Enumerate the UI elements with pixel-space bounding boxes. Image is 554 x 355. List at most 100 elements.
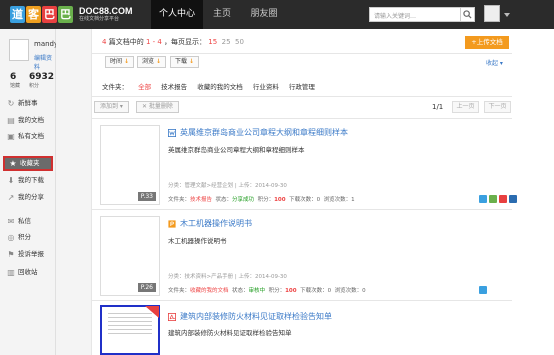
sidebar-item-label: 我的分享 [18,193,44,201]
doc-description: 木工机器操作说明书 [168,237,227,245]
folder-option[interactable]: 行业资料 [253,83,279,91]
status-badge: 审核中 [248,288,266,294]
stat-value: 6932 [29,72,55,82]
brand-name: DOC88.COM [79,5,133,16]
share-icon[interactable] [489,195,497,203]
sidebar-item-trash[interactable]: ▥ 回收站 [3,265,53,280]
ppt-file-icon [168,219,176,228]
page-count: P.26 [137,283,156,292]
sort-time-button[interactable]: 时间 ↓ [105,56,134,68]
logo-char: 客 [26,5,41,23]
stat-label: 馆藏 [10,83,21,89]
status-badge: 分享成功 [232,197,255,203]
divider [92,53,512,54]
edit-icon[interactable] [479,286,487,294]
sidebar-item-label: 积分 [18,233,31,241]
sidebar-item-report[interactable]: ⚑ 投诉举报 [3,247,53,262]
add-to-button[interactable]: 添加到 ▾ [94,101,129,113]
doc-title-text: 建筑内部装修防火材料见证取样检验告知单 [180,312,332,321]
sidebar-item-messages[interactable]: ✉ 私信 [3,214,53,229]
doc-title[interactable]: 建筑内部装修防火材料见证取样检验告知单 [168,311,332,322]
folder-option[interactable]: 行政管理 [289,83,315,91]
sidebar-item-label: 新鲜事 [18,99,38,107]
folder-label: 文件夹： [102,83,128,91]
sidebar-item-label: 私信 [18,217,31,225]
nav-tab-home[interactable]: 主页 [203,0,241,29]
batch-delete-button[interactable]: ✕ 批量删除 [136,101,179,113]
nav-tab-personal-center[interactable]: 个人中心 [151,0,203,29]
meta-label: 浏览次数： [334,288,363,294]
trash-icon: ▥ [7,267,15,277]
sidebar-item-label: 我的下载 [18,176,44,184]
points-value: 100 [285,288,297,294]
star-icon: ★ [9,158,17,168]
doc-title[interactable]: 木工机器操作说明书 [168,218,252,229]
doc-item: 建筑内部装修防火材料见证取样检验告知单 建筑内部装修防火材料见证取样检验告知单 [92,301,512,355]
stat-label: 积分 [29,83,40,89]
page-size-option[interactable]: 50 [235,38,244,46]
summary-text: ，每页显示： [164,38,207,46]
logo-char: 巴 [58,5,73,23]
sidebar: mandypp 编辑资料 6 馆藏 6932 积分 ↻ 新鲜事 ▤ 我的文档 ▣ 私有… [0,29,67,355]
sort-views-button[interactable]: 浏览 ↓ [137,56,166,68]
logo-char: 巴 [42,5,57,23]
meta-label: 下载次数： [300,288,328,294]
sort-downloads-button[interactable]: 下载 ↓ [170,56,199,68]
sidebar-item-downloads[interactable]: ⬇ 我的下载 [3,173,53,188]
doc-folder-link[interactable]: 收藏的我的文档 [190,288,229,294]
user-avatar-top[interactable] [484,5,500,22]
logo-text: DOC88.COM 在线文档分享平台 [79,6,133,23]
meta-label: 积分： [268,288,286,294]
folder-option[interactable]: 技术报告 [161,83,187,91]
sidebar-item-shares[interactable]: ↗ 我的分享 [3,190,53,205]
next-page-button[interactable]: 下一页 [484,101,511,113]
collapse-toggle[interactable]: 收起 ▾ [486,58,503,67]
delete-icon[interactable] [499,195,507,203]
sort-label: 下载 [175,58,188,65]
sidebar-item-favorites[interactable]: ★ 收藏夹 [3,156,53,171]
sidebar-item-news[interactable]: ↻ 新鲜事 [3,96,53,111]
move-icon[interactable] [509,195,517,203]
doc-item: P.33 英属维京群岛商业公司章程大纲和章程细则样本 英属维京群岛商业公司章程大… [92,119,517,210]
doc-thumbnail[interactable]: P.26 [100,216,160,296]
search-button[interactable] [461,7,475,22]
sidebar-item-label: 私有文档 [18,132,44,140]
sidebar-item-label: 回收站 [18,268,38,276]
avatar[interactable] [9,39,29,61]
mail-icon: ✉ [7,216,15,226]
stat-value: 6 [10,72,17,82]
folder-option[interactable]: 全部 [138,83,151,91]
stat-collection[interactable]: 6 馆藏 [10,72,20,89]
folder-option[interactable]: 收藏的我的文档 [197,83,243,91]
edit-icon[interactable] [479,195,487,203]
doc-title[interactable]: 英属维京群岛商业公司章程大纲和章程细则样本 [168,127,348,138]
doc-thumbnail[interactable]: P.33 [100,125,160,205]
sidebar-item-private-docs[interactable]: ▣ 私有文档 [3,129,53,144]
doc-description: 建筑内部装修防火材料见证取样检验告知单 [168,329,292,337]
coin-icon: ◎ [7,232,15,242]
edit-profile-link[interactable]: 编辑资料 [34,53,55,71]
doc-thumbnail[interactable] [100,305,160,355]
chevron-down-icon[interactable] [504,13,510,17]
sidebar-item-my-docs[interactable]: ▤ 我的文档 [3,113,53,128]
meta-label: 文件夹： [168,197,191,203]
page-count: P.33 [137,192,156,201]
sidebar-item-points[interactable]: ◎ 积分 [3,230,53,245]
refresh-icon: ↻ [7,98,15,108]
doc-summary: 4 篇文档中的 1 - 4 ，每页显示： 15 25 50 [102,37,244,47]
points-value: 100 [274,197,286,203]
search-input[interactable]: 请输入关键词… [369,7,461,22]
doc-item: P.26 木工机器操作说明书 木工机器操作说明书 分类：技术资料>产品手册 | … [92,210,512,301]
page-size-option[interactable]: 25 [222,38,231,46]
summary-text: 篇文档中的 [108,38,144,46]
upload-button[interactable]: +上传文档 [465,36,509,49]
meta-label: 浏览次数： [323,197,352,203]
prev-page-button[interactable]: 上一页 [452,101,479,113]
view-count: 1 [351,197,355,203]
site-logo[interactable]: 道 客 巴 巴 DOC88.COM 在线文档分享平台 [10,3,133,25]
sort-label: 浏览 [142,58,155,65]
stat-points[interactable]: 6932 积分 [29,72,54,89]
nav-tab-friends[interactable]: 朋友圈 [241,0,287,29]
page-size-option[interactable]: 15 [208,38,217,46]
doc-folder-link[interactable]: 技术报告 [190,197,212,203]
